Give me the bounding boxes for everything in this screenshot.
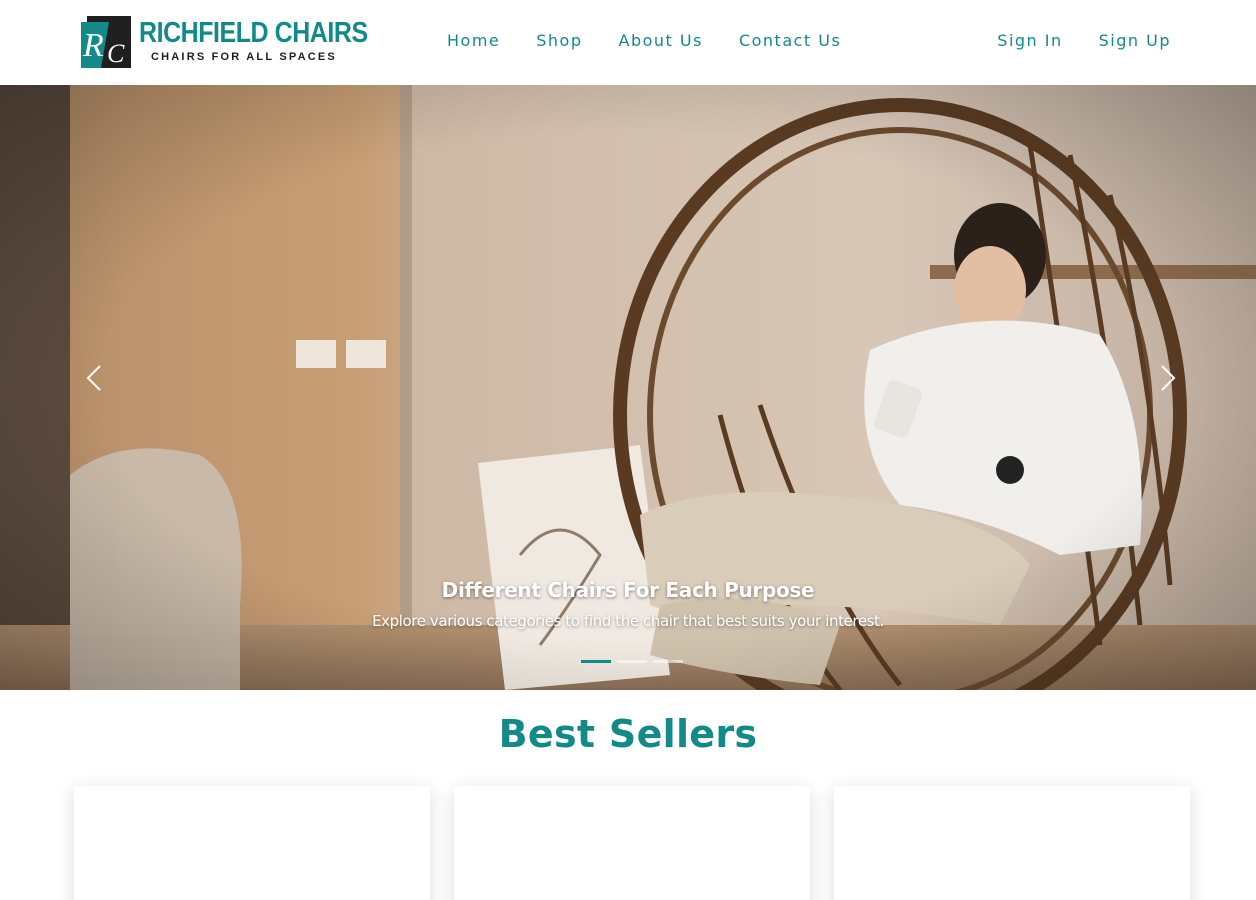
carousel-prev-button[interactable] <box>80 363 110 393</box>
logo-monogram-icon: R C <box>81 16 131 68</box>
brand-logo[interactable]: R C RICHFIELD CHAIRS CHAIRS FOR ALL SPAC… <box>81 15 368 69</box>
brand-name: RICHFIELD CHAIRS <box>139 17 368 49</box>
site-header: R C RICHFIELD CHAIRS CHAIRS FOR ALL SPAC… <box>0 0 1256 85</box>
hero-carousel: Different Chairs For Each Purpose Explor… <box>0 85 1256 690</box>
nav-shop[interactable]: Shop <box>536 31 582 51</box>
sign-in-link[interactable]: Sign In <box>997 31 1062 51</box>
carousel-indicators <box>581 660 683 663</box>
product-image <box>254 894 294 900</box>
product-card[interactable] <box>74 786 430 900</box>
brand-tagline: CHAIRS FOR ALL SPACES <box>151 51 337 63</box>
product-card[interactable] <box>454 786 810 900</box>
carousel-indicator-3[interactable] <box>653 660 683 663</box>
main-nav: Home Shop About Us Contact Us <box>447 31 877 51</box>
svg-text:C: C <box>107 39 125 68</box>
nav-contact-us[interactable]: Contact Us <box>739 31 841 51</box>
best-sellers-heading: Best Sellers <box>498 712 758 756</box>
carousel-indicator-1[interactable] <box>581 660 611 663</box>
best-sellers-list <box>74 786 1190 900</box>
sign-up-link[interactable]: Sign Up <box>1099 31 1171 51</box>
nav-about-us[interactable]: About Us <box>619 31 703 51</box>
svg-text:R: R <box>82 27 104 64</box>
chevron-left-icon <box>86 365 101 391</box>
carousel-next-button[interactable] <box>1152 363 1182 393</box>
product-card[interactable] <box>834 786 1190 900</box>
nav-home[interactable]: Home <box>447 31 500 51</box>
auth-links: Sign In Sign Up <box>961 31 1171 51</box>
carousel-caption-title: Different Chairs For Each Purpose <box>441 578 815 602</box>
carousel-indicator-2[interactable] <box>617 660 647 663</box>
chevron-right-icon <box>1161 365 1176 391</box>
carousel-caption-text: Explore various categories to find the c… <box>372 612 884 630</box>
